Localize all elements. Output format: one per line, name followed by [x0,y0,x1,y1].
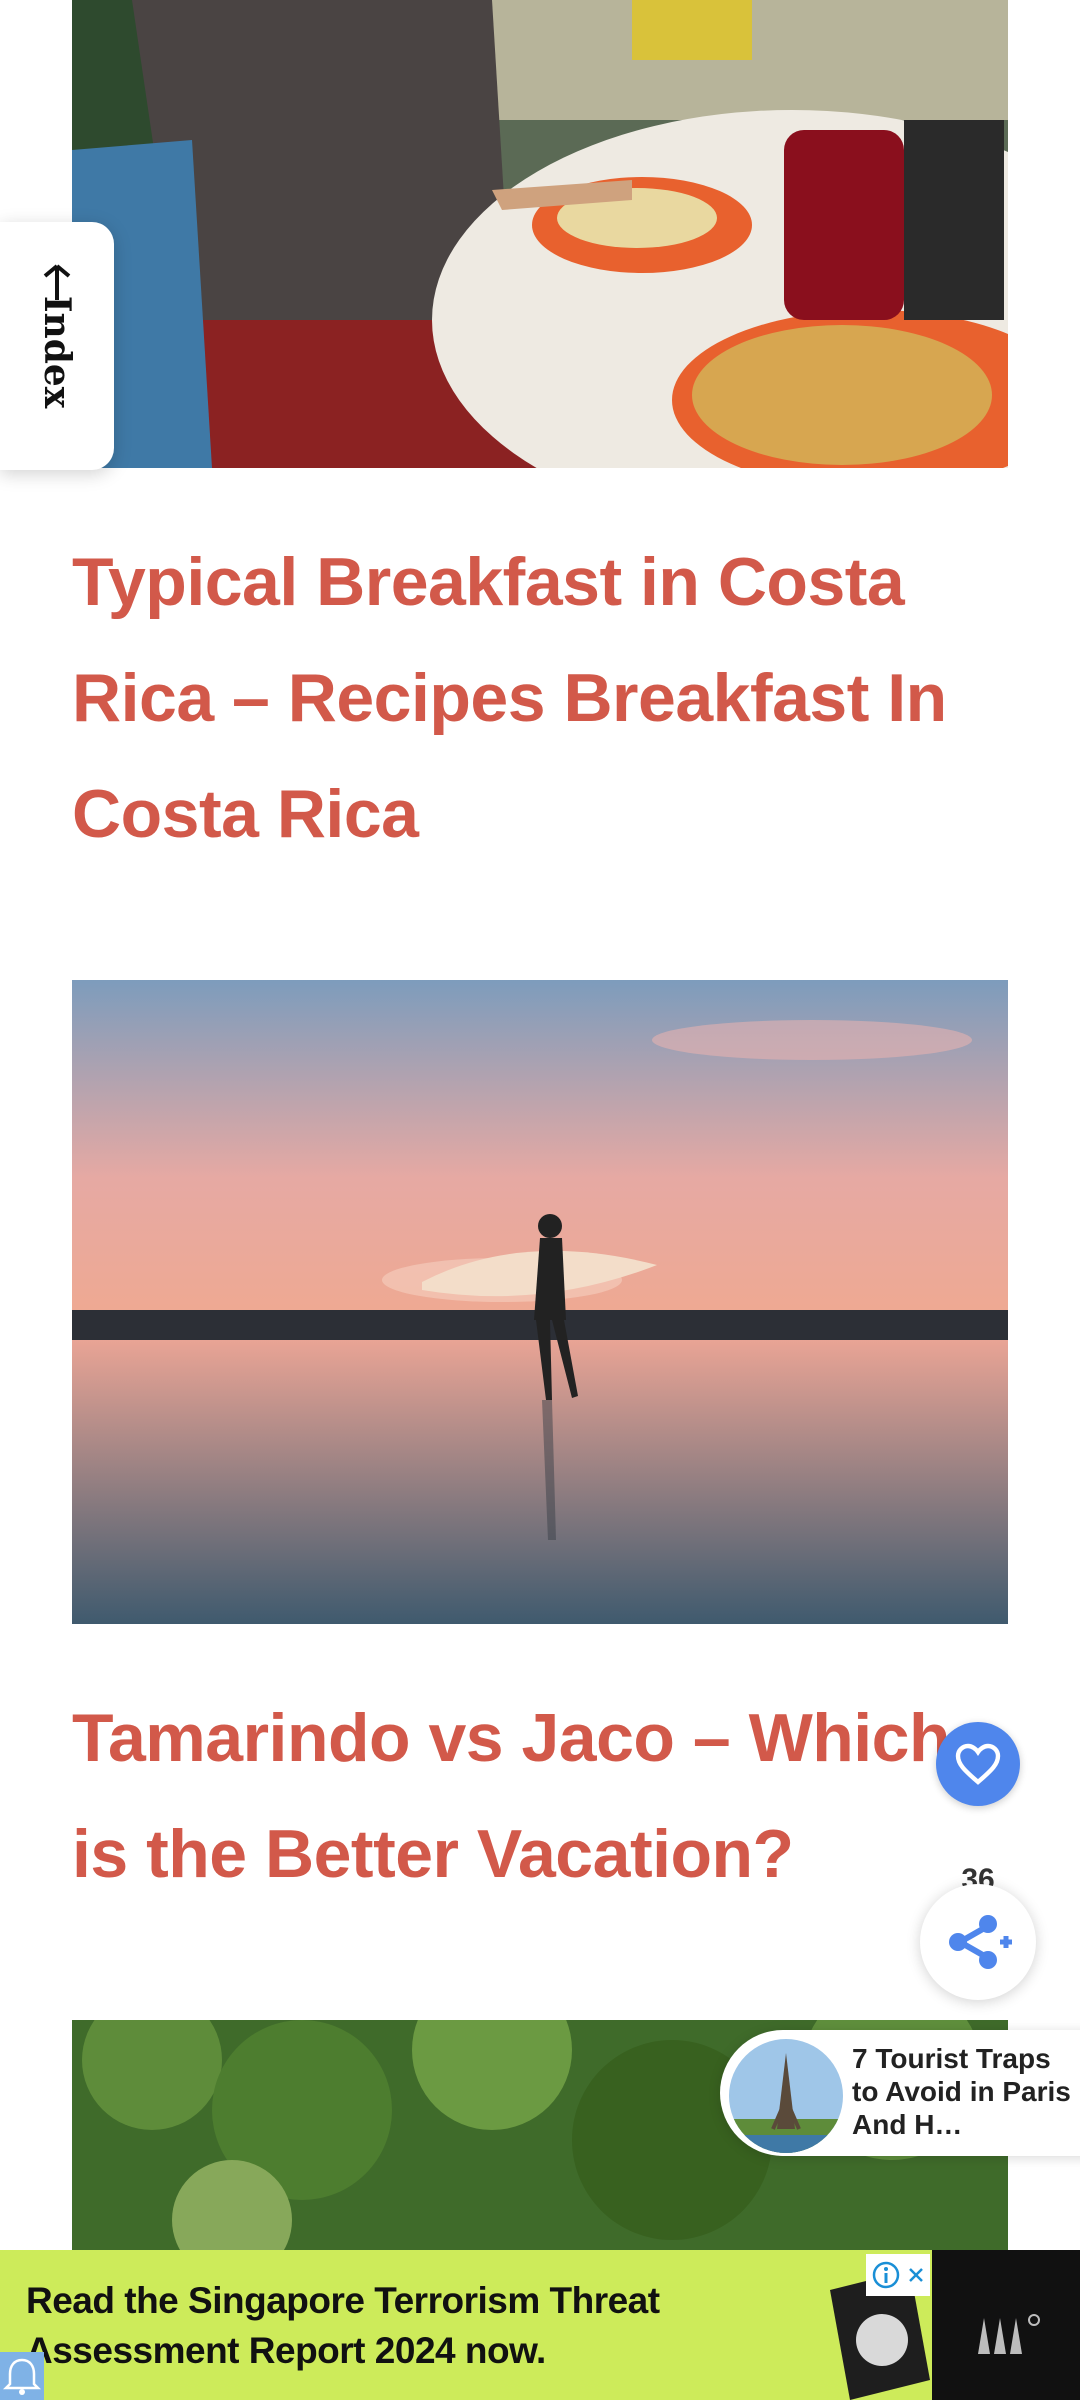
ad-brand-panel [932,2250,1080,2400]
breakfast-image[interactable] [72,0,1008,468]
share-button[interactable] [920,1884,1036,2000]
ad-text: Read the Singapore Terrorism Threat Asse… [26,2280,660,2371]
close-icon[interactable] [907,2266,925,2284]
ad-choices[interactable] [866,2254,930,2296]
brand-logo-icon [978,2314,1040,2354]
recommended-article-title: 7 Tourist Traps to Avoid in Paris And H… [852,2043,1071,2140]
article-title[interactable]: Typical Breakfast in Costa Rica – Recipe… [72,524,1008,872]
bell-icon [2,2358,42,2395]
like-button[interactable] [936,1722,1020,1806]
index-tab[interactable]: Index [0,222,114,470]
share-icon [949,1915,1012,1969]
heart-icon [955,1743,1001,1785]
eiffel-tower-thumbnail [726,2036,846,2156]
notification-bell-button[interactable] [0,2352,44,2400]
surfer-image[interactable] [72,980,1008,1624]
index-label: Index [36,295,78,409]
article-title[interactable]: Tamarindo vs Jaco – Which is the Better … [72,1680,1008,1912]
recommended-article-card[interactable]: 7 Tourist Traps to Avoid in Paris And H… [720,2030,1080,2156]
info-icon[interactable] [871,2260,901,2290]
